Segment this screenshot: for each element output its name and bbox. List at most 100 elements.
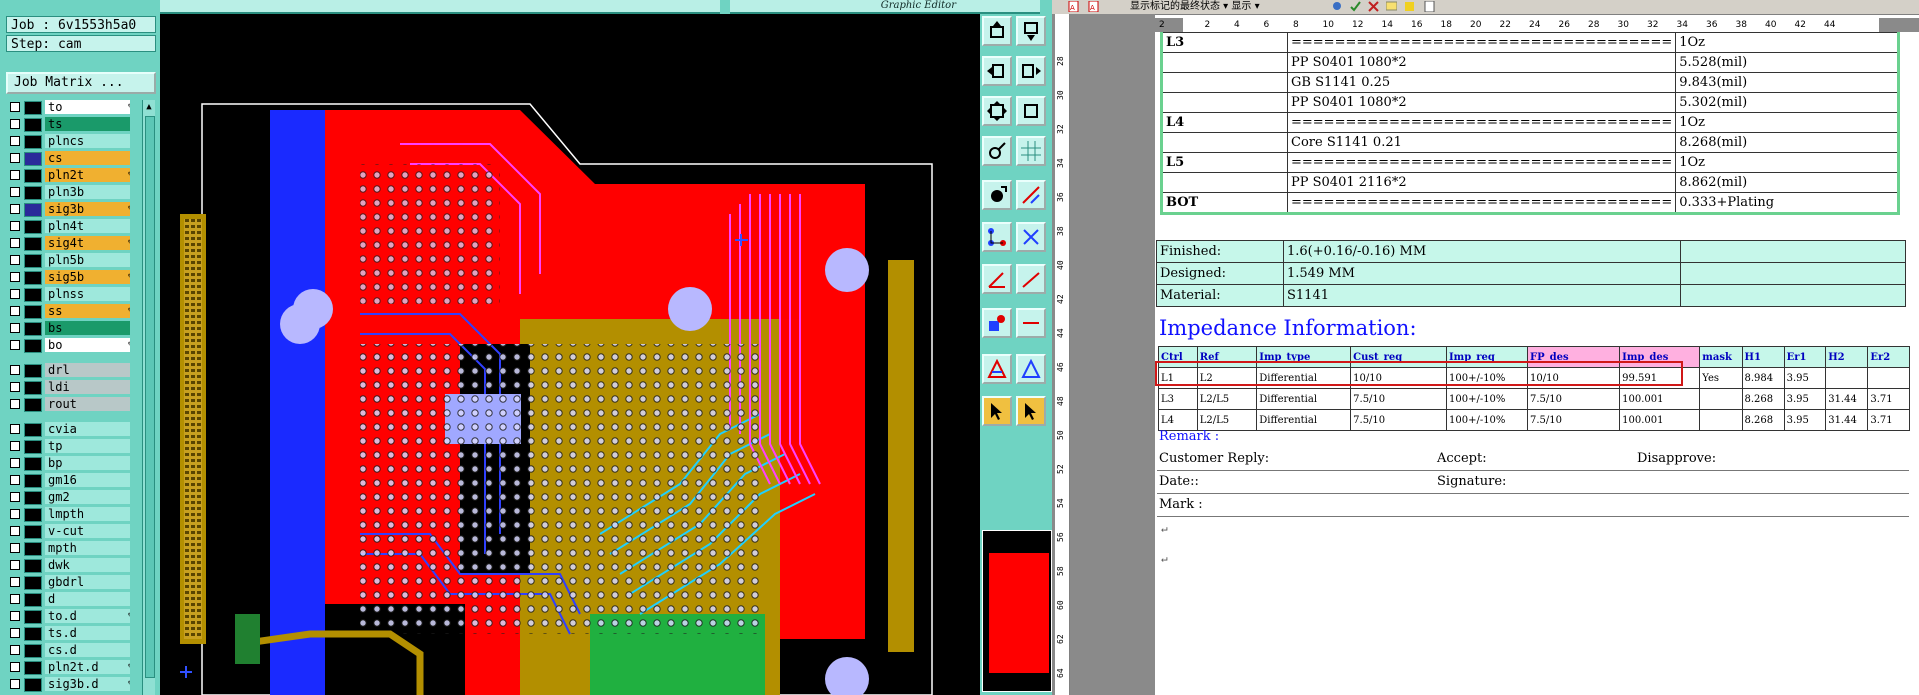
layer-affected-toggle[interactable]	[24, 593, 42, 607]
reject-icon[interactable]	[1368, 1, 1379, 12]
layer-affected-toggle[interactable]	[24, 508, 42, 522]
zoom-tool-button[interactable]	[1016, 96, 1046, 126]
layer-row-lmpth[interactable]: lmpth	[8, 507, 130, 522]
layer-affected-toggle[interactable]	[24, 305, 42, 319]
layer-row-to.d[interactable]: to.d✎	[8, 609, 130, 624]
fit-view-tool-button[interactable]	[982, 96, 1012, 126]
layer-affected-toggle[interactable]	[24, 288, 42, 302]
layer-row-gbdrl[interactable]: gbdrl	[8, 575, 130, 590]
layer-affected-toggle[interactable]	[24, 457, 42, 471]
layer-checkbox[interactable]	[10, 136, 20, 146]
layer-row-ts.d[interactable]: ts.d	[8, 626, 130, 641]
accept-icon[interactable]	[1350, 1, 1361, 12]
move-up-tool-button[interactable]	[982, 16, 1012, 46]
angle-tool-button[interactable]	[982, 264, 1012, 294]
reviewing-pane-icon[interactable]	[1424, 1, 1435, 12]
move-down-tool-button[interactable]	[1016, 16, 1046, 46]
layer-scrollbar[interactable]: ▲	[142, 100, 155, 695]
layer-row-pln3b[interactable]: pln3b	[8, 185, 130, 200]
layer-checkbox[interactable]	[10, 611, 20, 621]
layer-checkbox[interactable]	[10, 424, 20, 434]
highlight-icon[interactable]	[1404, 1, 1415, 12]
triangle2-tool-button[interactable]	[1016, 354, 1046, 384]
layer-row-sig4t[interactable]: sig4t✎	[8, 236, 130, 251]
layer-row-sig3b[interactable]: sig3b✎	[8, 202, 130, 217]
grid-tool-button[interactable]	[1016, 136, 1046, 166]
layer-row-drl[interactable]: drl	[8, 363, 130, 378]
layer-checkbox[interactable]	[10, 102, 20, 112]
layer-affected-toggle[interactable]	[24, 627, 42, 641]
layer-checkbox[interactable]	[10, 340, 20, 350]
layer-affected-toggle[interactable]	[24, 381, 42, 395]
layer-affected-toggle[interactable]	[24, 169, 42, 183]
layer-affected-toggle[interactable]	[24, 271, 42, 285]
layer-row-to[interactable]: to✎	[8, 100, 130, 115]
layer-checkbox[interactable]	[10, 628, 20, 638]
layer-affected-toggle[interactable]	[24, 474, 42, 488]
layer-affected-toggle[interactable]	[24, 254, 42, 268]
add-pad-tool-button[interactable]	[982, 180, 1012, 210]
layer-row-cs.d[interactable]: cs.d	[8, 643, 130, 658]
layer-affected-toggle[interactable]	[24, 398, 42, 412]
layer-checkbox[interactable]	[10, 221, 20, 231]
layer-affected-toggle[interactable]	[24, 491, 42, 505]
layer-affected-toggle[interactable]	[24, 118, 42, 132]
layer-row-pln2t[interactable]: pln2t✎	[8, 168, 130, 183]
layer-row-v-cut[interactable]: v-cut	[8, 524, 130, 539]
layer-affected-toggle[interactable]	[24, 610, 42, 624]
layer-checkbox[interactable]	[10, 153, 20, 163]
layer-affected-toggle[interactable]	[24, 152, 42, 166]
connect-tool-button[interactable]	[982, 222, 1012, 252]
layer-checkbox[interactable]	[10, 365, 20, 375]
layer-affected-toggle[interactable]	[24, 339, 42, 353]
layer-checkbox[interactable]	[10, 306, 20, 316]
layer-row-ldi[interactable]: ldi	[8, 380, 130, 395]
move-right-tool-button[interactable]	[1016, 56, 1046, 86]
layer-checkbox[interactable]	[10, 509, 20, 519]
layer-checkbox[interactable]	[10, 475, 20, 485]
markup-view-select[interactable]: 显示标记的最终状态 ▾ 显示 ▾	[1130, 0, 1260, 13]
layer-affected-toggle[interactable]	[24, 542, 42, 556]
layer-affected-toggle[interactable]	[24, 661, 42, 675]
layer-affected-toggle[interactable]	[24, 135, 42, 149]
layer-affected-toggle[interactable]	[24, 559, 42, 573]
layer-affected-toggle[interactable]	[24, 678, 42, 692]
layer-checkbox[interactable]	[10, 645, 20, 655]
show-menu[interactable]: 显示	[1231, 1, 1251, 12]
layer-checkbox[interactable]	[10, 238, 20, 248]
layer-row-tp[interactable]: tp	[8, 439, 130, 454]
layer-affected-toggle[interactable]	[24, 203, 42, 217]
job-matrix-button[interactable]: Job Matrix ...	[6, 72, 156, 94]
select-pointer2-button[interactable]	[1016, 396, 1046, 426]
layer-row-pln4t[interactable]: pln4t	[8, 219, 130, 234]
cross-tool-button[interactable]	[1016, 222, 1046, 252]
layer-row-bo[interactable]: bo✎	[8, 338, 130, 353]
layer-checkbox[interactable]	[10, 526, 20, 536]
layer-checkbox[interactable]	[10, 458, 20, 468]
layer-row-pln2t.d[interactable]: pln2t.d✎	[8, 660, 130, 675]
layer-affected-toggle[interactable]	[24, 101, 42, 115]
layer-row-ss[interactable]: ss✎	[8, 304, 130, 319]
layer-checkbox[interactable]	[10, 289, 20, 299]
layer-row-plnss[interactable]: plnss	[8, 287, 130, 302]
layer-affected-toggle[interactable]	[24, 576, 42, 590]
layer-checkbox[interactable]	[10, 119, 20, 129]
horizontal-ruler[interactable]: 2 2 4 6 8 10 12 14 16 18 20 22 24 26 28 30 32 34 36 38 40 42 4…	[1155, 18, 1919, 33]
pdf-icon[interactable]: A	[1068, 1, 1079, 12]
layer-affected-toggle[interactable]	[24, 644, 42, 658]
layer-checkbox[interactable]	[10, 204, 20, 214]
comment-icon[interactable]	[1386, 1, 1397, 12]
triangle-tool-button[interactable]	[982, 354, 1012, 384]
layer-row-gm16[interactable]: gm16	[8, 473, 130, 488]
layer-checkbox[interactable]	[10, 187, 20, 197]
pdf-icon[interactable]: A	[1088, 1, 1099, 12]
layer-affected-toggle[interactable]	[24, 423, 42, 437]
layer-affected-toggle[interactable]	[24, 525, 42, 539]
layer-checkbox[interactable]	[10, 441, 20, 451]
layer-row-cs[interactable]: cs	[8, 151, 130, 166]
layer-row-bp[interactable]: bp	[8, 456, 130, 471]
layer-checkbox[interactable]	[10, 543, 20, 553]
layer-checkbox[interactable]	[10, 594, 20, 604]
layer-row-pln5b[interactable]: pln5b	[8, 253, 130, 268]
layer-row-plncs[interactable]: plncs	[8, 134, 130, 149]
